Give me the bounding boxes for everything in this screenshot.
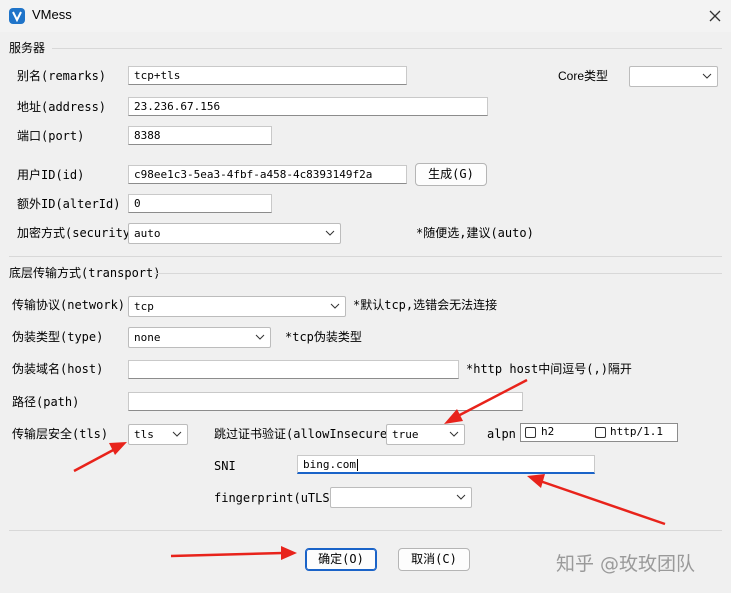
annotation-arrow-ok <box>170 546 297 560</box>
annotation-arrow-insecure <box>444 378 528 424</box>
annotation-arrow-tls <box>73 442 127 473</box>
annotation-arrow-sni <box>527 474 666 526</box>
annotation-overlay <box>73 378 666 560</box>
